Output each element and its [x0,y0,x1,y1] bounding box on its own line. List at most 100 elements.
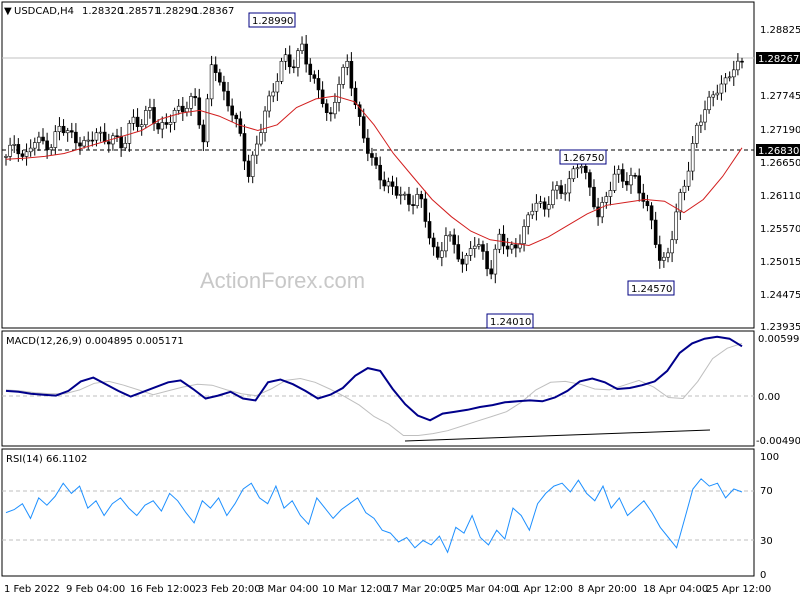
level-price-tag-text: 1.26830 [758,146,799,157]
candle-body [164,122,169,125]
candle-body [98,131,103,134]
candle-body [312,74,317,79]
candle-body [407,193,411,205]
candle-body [304,43,308,65]
candle-body [415,194,419,206]
price-tick-7: 1.26110 [760,191,800,202]
candle-body [686,170,691,187]
candle-body [292,66,296,69]
candle-body [156,123,160,130]
candle-body [419,194,424,200]
candle-body [390,181,395,187]
candle-body [333,102,337,115]
price-close: 1.28367 [193,6,234,17]
candle-body [427,221,432,239]
candle-body [28,147,33,153]
candle-body [349,60,354,89]
candle-body [115,135,119,138]
annotation-low: 1.24010 [486,313,534,329]
candle-body [505,245,510,250]
candle-body [740,60,744,63]
candle-body [600,202,605,218]
price-tick-6: 1.26650 [760,158,800,169]
candle-body [250,154,255,177]
candle-body [102,131,107,143]
candle-body [731,69,736,78]
candle-body [477,244,481,247]
candle-body [403,193,407,196]
candle-body [588,172,592,188]
candle-body [283,54,288,62]
price-tick-4: 1.27190 [760,125,800,136]
candle-body [131,116,136,124]
candle-body [218,72,222,83]
candle-body [86,139,91,142]
candle-body [152,107,156,124]
price-high: 1.28571 [119,6,160,17]
price-tick-11: 1.23935 [760,322,800,333]
candle-body [546,204,551,210]
panel-menu-icon[interactable]: ▼ [4,6,12,17]
candle-body [440,250,444,258]
candle-body [534,202,539,212]
candle-body [575,167,580,170]
x-tick-9: 8 Apr 20:00 [578,584,637,595]
candle-body [337,84,341,103]
candle-body [563,192,567,195]
candle-body [205,98,210,143]
candle-body [398,194,403,196]
candle-body [271,91,276,97]
candle-body [49,147,54,151]
candle-body [61,125,66,134]
candle-body [579,165,584,169]
candle-body [255,143,259,156]
candle-body [620,169,625,182]
candle-body [514,244,518,249]
candle-body [160,122,165,130]
candle-body [176,105,181,111]
candle-body [12,144,17,146]
candle-body [456,244,461,260]
candle-body [711,94,716,98]
watermark: ActionForex.com [200,268,365,293]
candle-body [300,43,304,52]
annotation-low-label: 1.24010 [490,317,531,328]
candle-body [583,165,588,173]
candle-body [394,186,399,196]
candle-body [181,105,185,113]
candle-body [629,175,633,186]
candle-body [345,60,350,68]
candle-body [501,233,506,247]
x-tick-4: 3 Mar 04:00 [258,584,318,595]
candle-body [489,268,493,275]
candle-body [94,132,99,141]
candle-body [542,201,547,210]
candle-body [662,256,666,261]
candle-body [608,190,613,197]
candle-body [78,142,82,147]
candle-body [8,144,12,157]
candle-body [571,168,576,180]
rsi-tick-30: 30 [760,536,773,547]
candle-body [435,246,440,258]
candle-body [45,140,49,151]
annotation-low2: 1.24570 [627,280,675,296]
price-low: 1.28290 [156,6,197,17]
candle-body [41,136,45,142]
candle-body [234,114,239,120]
price-tick-8: 1.25570 [760,224,800,235]
x-tick-8: 1 Apr 12:00 [514,584,573,595]
candle-body [143,110,148,126]
candle-body [612,173,617,191]
candle-body [16,144,21,155]
x-tick-1: 9 Feb 04:00 [66,584,125,595]
candle-body [444,235,448,252]
candle-body [411,204,415,206]
candle-body [690,143,695,172]
candle-body [493,248,498,275]
candle-body [703,109,707,123]
candle-body [172,110,177,123]
x-tick-11: 25 Apr 12:00 [706,584,771,595]
rsi-panel: RSI(14) 66.1102 100 70 30 0 [1,448,779,581]
x-tick-2: 16 Feb 12:00 [130,584,196,595]
